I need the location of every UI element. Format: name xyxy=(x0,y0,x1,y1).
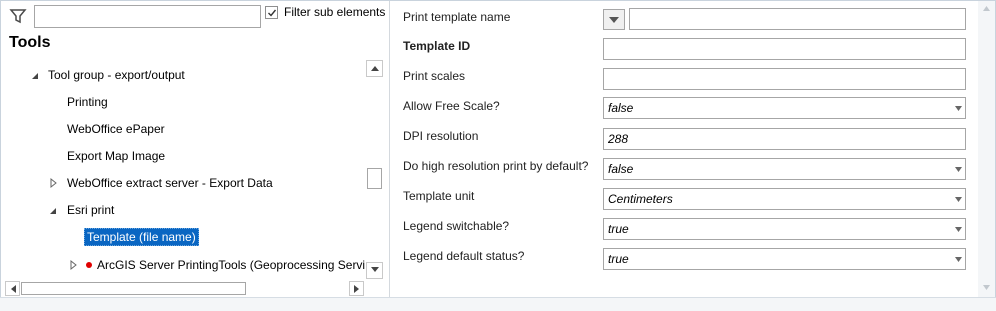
tree-vertical-scrollbar[interactable] xyxy=(366,59,383,281)
tree-node-label: ArcGIS Server PrintingTools (Geoprocessi… xyxy=(97,258,365,272)
template-id-input[interactable] xyxy=(603,38,966,60)
filter-sub-elements-checkbox[interactable] xyxy=(265,6,278,19)
scroll-up-button[interactable] xyxy=(366,60,383,77)
status-strip xyxy=(0,297,996,311)
scroll-right-button[interactable] xyxy=(349,281,364,296)
template-unit-select[interactable]: Centimeters xyxy=(603,188,966,210)
template-dropdown-button[interactable] xyxy=(603,9,625,30)
tree-node-export-map-image[interactable]: Export Map Image xyxy=(67,146,165,166)
high-res-default-value: false xyxy=(608,162,634,176)
legend-switchable-select[interactable]: true xyxy=(603,218,966,240)
template-id-label: Template ID xyxy=(403,39,471,53)
tree-node-label: Esri print xyxy=(67,203,115,217)
tools-panel: Filter sub elements Tools Tool group - e… xyxy=(1,1,389,297)
template-unit-label: Template unit xyxy=(403,189,475,203)
expanded-triangle-icon[interactable] xyxy=(49,200,59,220)
tree-horizontal-scrollbar[interactable] xyxy=(5,281,367,296)
properties-panel: Print template name Template ID Print sc… xyxy=(391,1,977,297)
chevron-down-icon xyxy=(955,106,962,111)
allow-free-scale-select[interactable]: false xyxy=(603,97,966,119)
high-res-default-select[interactable]: false xyxy=(603,158,966,180)
high-res-default-label: Do high resolution print by default? xyxy=(403,159,589,173)
dpi-resolution-input[interactable]: 288 xyxy=(603,128,966,150)
legend-switchable-value: true xyxy=(608,222,629,236)
tree-node-label: Export Map Image xyxy=(67,149,166,163)
legend-default-status-value: true xyxy=(608,252,629,266)
tree-node-label: Printing xyxy=(67,95,108,109)
print-template-name-input[interactable] xyxy=(629,8,966,30)
print-scales-label: Print scales xyxy=(403,69,466,83)
tree-node-label: Tool group - export/output xyxy=(48,68,185,82)
tree-node-label: WebOffice extract server - Export Data xyxy=(67,176,273,190)
legend-switchable-label: Legend switchable? xyxy=(403,219,510,233)
chevron-down-icon xyxy=(955,227,962,232)
scroll-up-arrow-icon[interactable] xyxy=(983,6,990,11)
collapsed-triangle-icon[interactable] xyxy=(49,173,59,193)
scroll-left-button[interactable] xyxy=(5,281,20,296)
scroll-down-arrow-icon[interactable] xyxy=(983,285,990,290)
chevron-down-icon xyxy=(955,257,962,262)
tools-tree: Tool group - export/output Printing WebO… xyxy=(1,59,365,281)
dpi-resolution-value: 288 xyxy=(608,132,629,146)
legend-default-status-label: Legend default status? xyxy=(403,249,525,263)
filter-icon[interactable] xyxy=(9,7,27,25)
print-scales-input[interactable] xyxy=(603,68,966,90)
properties-vertical-scrollbar[interactable] xyxy=(978,1,995,297)
dpi-resolution-label: DPI resolution xyxy=(403,129,479,143)
tree-node-template-file-name[interactable]: Template (file name) xyxy=(84,227,199,247)
chevron-down-icon xyxy=(955,167,962,172)
allow-free-scale-label: Allow Free Scale? xyxy=(403,99,500,113)
filter-input[interactable] xyxy=(34,5,261,28)
error-status-dot-icon xyxy=(86,262,92,268)
vertical-scroll-thumb[interactable] xyxy=(367,168,382,189)
expanded-triangle-icon[interactable] xyxy=(31,65,41,85)
tree-node-printing[interactable]: Printing xyxy=(67,92,108,112)
print-template-name-label: Print template name xyxy=(403,10,511,24)
scroll-down-button[interactable] xyxy=(366,262,383,279)
allow-free-scale-value: false xyxy=(608,101,634,115)
collapsed-triangle-icon[interactable] xyxy=(69,255,79,275)
chevron-down-icon xyxy=(955,197,962,202)
template-unit-value: Centimeters xyxy=(608,192,673,206)
panel-splitter[interactable] xyxy=(389,1,390,297)
tree-node-weboffice-epaper[interactable]: WebOffice ePaper xyxy=(67,119,165,139)
horizontal-scroll-thumb[interactable] xyxy=(21,282,246,295)
tools-title: Tools xyxy=(9,34,51,51)
filter-sub-elements-label: Filter sub elements xyxy=(284,5,386,19)
tree-node-label-selected: Template (file name) xyxy=(84,228,199,246)
legend-default-status-select[interactable]: true xyxy=(603,248,966,270)
tree-node-label: WebOffice ePaper xyxy=(67,122,165,136)
